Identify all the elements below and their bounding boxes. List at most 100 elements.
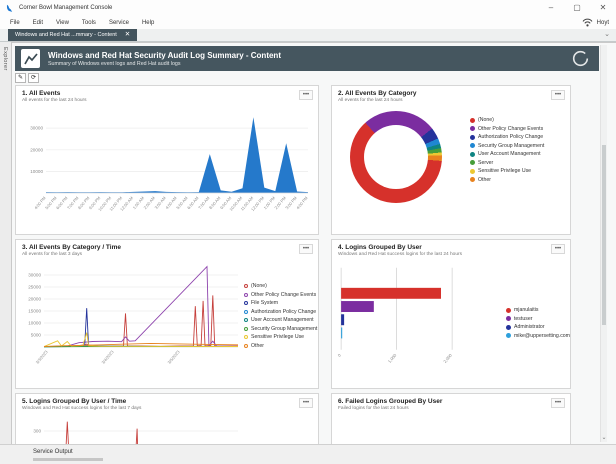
tab-windows-redhat-summary[interactable]: Windows and Red Hat ...mmary - Content ✕ bbox=[8, 29, 137, 41]
legend-label: Server bbox=[478, 160, 493, 166]
tab-label: Windows and Red Hat ...mmary - Content bbox=[15, 32, 117, 38]
menu-edit[interactable]: Edit bbox=[33, 20, 43, 26]
bar bbox=[341, 301, 374, 312]
legend-swatch bbox=[506, 325, 511, 330]
legend-swatch bbox=[470, 177, 475, 182]
menu-tools[interactable]: Tools bbox=[82, 20, 96, 26]
close-button[interactable]: ✕ bbox=[590, 0, 616, 16]
menu-view[interactable]: View bbox=[56, 20, 69, 26]
legend-item: Other bbox=[470, 177, 544, 183]
bar-chart-legend: mjanulaitistestuserAdministratormike@upp… bbox=[506, 307, 570, 377]
panel-subtitle: Failed logins for the last 24 hours bbox=[338, 406, 564, 411]
legend-item: Authorization Policy Change bbox=[244, 309, 317, 315]
legend-label: Sensitive Privilege Use bbox=[251, 334, 304, 340]
svg-text:10000: 10000 bbox=[28, 321, 41, 326]
svg-text:30000: 30000 bbox=[30, 126, 43, 131]
user-menu[interactable]: Hoyt bbox=[597, 20, 609, 26]
tab-close-icon[interactable]: ✕ bbox=[125, 32, 130, 38]
menu-help[interactable]: Help bbox=[142, 20, 154, 26]
panel-title: 5. Logins Grouped By User / Time bbox=[22, 398, 312, 405]
legend-item: Server bbox=[470, 160, 544, 166]
bar bbox=[341, 327, 342, 338]
legend-item: Other Policy Change Events bbox=[470, 126, 544, 132]
explorer-side-tab[interactable]: Explorer bbox=[0, 42, 8, 71]
svg-text:3/4/2023: 3/4/2023 bbox=[100, 349, 115, 365]
panel-logins-by-user-time: 5. Logins Grouped By User / Time Windows… bbox=[15, 393, 319, 444]
legend-swatch bbox=[244, 310, 248, 314]
panel-menu-button[interactable]: ••• bbox=[299, 90, 313, 100]
minimize-button[interactable]: – bbox=[538, 0, 564, 16]
svg-text:3/3/2023: 3/3/2023 bbox=[35, 349, 50, 365]
legend-item: Security Group Management bbox=[470, 143, 544, 149]
chevron-down-icon[interactable]: ⌄ bbox=[601, 435, 607, 442]
legend-item: Other bbox=[244, 343, 317, 349]
legend-label: (None) bbox=[251, 283, 267, 289]
panel-menu-button[interactable]: ••• bbox=[299, 398, 313, 408]
legend-label: Authorization Policy Change bbox=[251, 309, 316, 315]
page-title: Windows and Red Hat Security Audit Log S… bbox=[48, 51, 281, 60]
legend-item: Security Group Management bbox=[244, 326, 317, 332]
wifi-icon[interactable] bbox=[582, 18, 593, 27]
legend-swatch bbox=[244, 335, 248, 339]
chevron-down-icon[interactable]: ⌄ bbox=[604, 31, 610, 39]
app-icon bbox=[5, 4, 14, 13]
legend-swatch bbox=[506, 333, 511, 338]
events-by-category-donut-chart bbox=[350, 111, 442, 203]
panel-grid: 1. All Events All events for the last 24… bbox=[15, 85, 571, 444]
svg-text:1,000: 1,000 bbox=[387, 352, 398, 364]
refresh-button[interactable]: ⟳ bbox=[28, 73, 39, 83]
svg-text:4:00 PM: 4:00 PM bbox=[295, 195, 309, 210]
panel-events-by-category-time: 3. All Events By Category / Time All eve… bbox=[15, 239, 319, 389]
panel-title: 4. Logins Grouped By User bbox=[338, 244, 564, 251]
window-title: Corner Bowl Management Console bbox=[19, 5, 112, 11]
all-events-area-chart: 1000020000300004:00 PM5:00 PM6:00 PM7:00… bbox=[16, 103, 314, 223]
legend-item: Sensitive Privilege Use bbox=[244, 334, 317, 340]
panel-title: 6. Failed Logins Grouped By User bbox=[338, 398, 564, 405]
panel-failed-logins-by-user: 6. Failed Logins Grouped By User Failed … bbox=[331, 393, 571, 444]
legend-label: Other Policy Change Events bbox=[478, 126, 543, 132]
legend-label: Authorization Policy Change bbox=[478, 134, 543, 140]
service-output-tab[interactable]: Service Output bbox=[33, 449, 73, 455]
svg-text:20000: 20000 bbox=[30, 147, 43, 152]
legend-label: Administrator bbox=[514, 324, 545, 330]
legend-swatch bbox=[470, 160, 475, 165]
edit-button[interactable]: ✎ bbox=[15, 73, 26, 83]
legend-swatch bbox=[244, 344, 248, 348]
legend-swatch bbox=[244, 301, 248, 305]
legend-item: User Account Management bbox=[244, 317, 317, 323]
panel-events-by-category: 2. All Events By Category All events for… bbox=[331, 85, 571, 235]
legend-label: User Account Management bbox=[251, 317, 314, 323]
logins-by-user-bar-chart: 01,0002,000 bbox=[332, 257, 476, 377]
svg-text:25000: 25000 bbox=[28, 285, 41, 290]
panel-menu-button[interactable]: ••• bbox=[299, 244, 313, 254]
menu-file[interactable]: File bbox=[10, 20, 20, 26]
document-tab-bar: Windows and Red Hat ...mmary - Content ✕… bbox=[0, 29, 616, 42]
legend-swatch bbox=[244, 284, 248, 288]
vertical-scrollbar[interactable]: ⌄ bbox=[600, 45, 607, 442]
panel-menu-button[interactable]: ••• bbox=[551, 90, 565, 100]
svg-text:20000: 20000 bbox=[28, 297, 41, 302]
bar bbox=[341, 288, 441, 299]
legend-swatch bbox=[470, 126, 475, 131]
donut-legend: (None) Other Policy Change Events Authoriz… bbox=[470, 117, 544, 203]
svg-text:3/5/2023: 3/5/2023 bbox=[166, 349, 181, 365]
dashboard: Windows and Red Hat Security Audit Log S… bbox=[11, 42, 616, 444]
panel-all-events: 1. All Events All events for the last 24… bbox=[15, 85, 319, 235]
legend-label: (None) bbox=[478, 117, 494, 123]
legend-label: Security Group Management bbox=[478, 143, 544, 149]
panel-menu-button[interactable]: ••• bbox=[551, 398, 565, 408]
maximize-button[interactable]: ▢ bbox=[564, 0, 590, 16]
side-strip: Explorer bbox=[0, 42, 11, 444]
panel-menu-button[interactable]: ••• bbox=[551, 244, 565, 254]
scrollbar-thumb[interactable] bbox=[602, 145, 606, 325]
legend-label: mjanulaitis bbox=[514, 307, 539, 313]
main-area: Explorer Windows and Red Hat Security Au… bbox=[0, 42, 616, 444]
panel-title: 3. All Events By Category / Time bbox=[22, 244, 312, 251]
dashboard-header: Windows and Red Hat Security Audit Log S… bbox=[15, 46, 599, 71]
menu-service[interactable]: Service bbox=[109, 20, 129, 26]
svg-text:2,000: 2,000 bbox=[442, 352, 453, 364]
legend-swatch bbox=[470, 143, 475, 148]
legend-label: Other Policy Change Events bbox=[251, 292, 316, 298]
status-bar: Service Output bbox=[0, 444, 616, 464]
dashboard-toolbar: ✎ ⟳ bbox=[15, 73, 39, 83]
